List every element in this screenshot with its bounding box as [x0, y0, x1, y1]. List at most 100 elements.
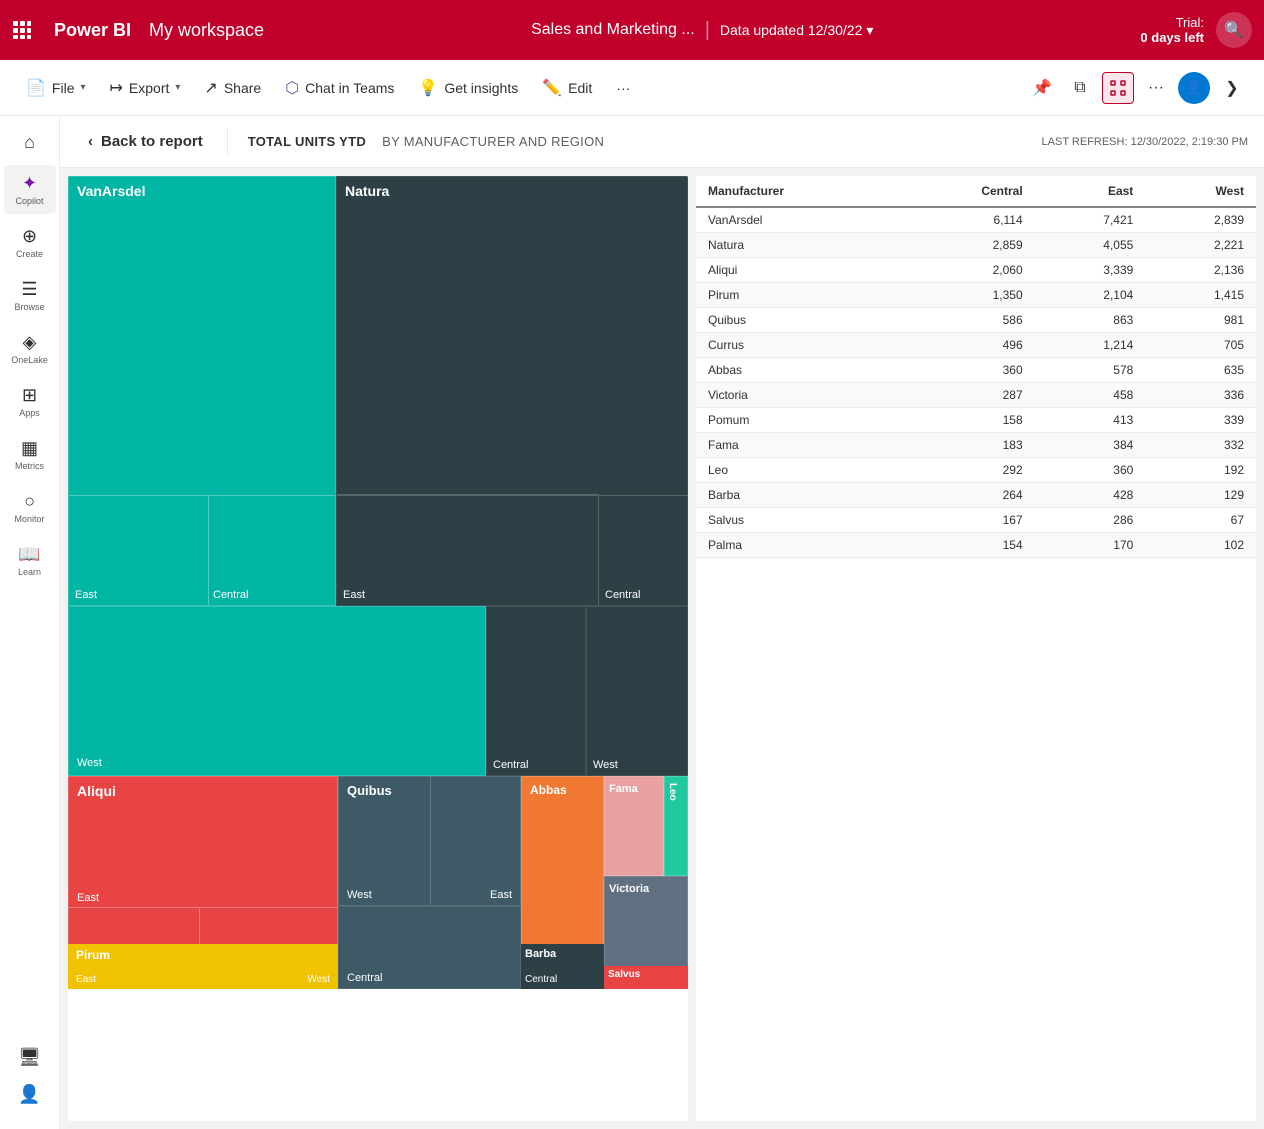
chat-in-teams-button[interactable]: ⬡ Chat in Teams — [275, 72, 404, 104]
report-title[interactable]: Sales and Marketing ... — [531, 21, 695, 39]
cell-central: 2,060 — [901, 258, 1035, 283]
table-row: Quibus586863981 — [696, 308, 1256, 333]
cell-west: 129 — [1145, 483, 1256, 508]
main-layout: ⌂ ✦ Copilot ⊕ Create ☰ Browse ◈ OneLake … — [0, 116, 1264, 1129]
cell-west: 705 — [1145, 333, 1256, 358]
learn-label: Learn — [18, 567, 41, 577]
export-button[interactable]: ↦ Export ▾ — [100, 72, 191, 104]
cell-manufacturer: Pomum — [696, 408, 901, 433]
cell-west: 2,136 — [1145, 258, 1256, 283]
sidebar-item-avatar[interactable]: 👤 — [4, 1076, 56, 1113]
create-label: Create — [16, 249, 43, 259]
table-row: Abbas360578635 — [696, 358, 1256, 383]
focus-mode-button[interactable] — [1102, 72, 1134, 104]
cell-manufacturer: Abbas — [696, 358, 901, 383]
cell-west: 2,839 — [1145, 207, 1256, 233]
vanarsdel-block[interactable]: VanArsdel East Central — [68, 176, 336, 606]
metrics-icon: ▦ — [21, 438, 38, 459]
header-divider — [227, 128, 228, 156]
home-icon: ⌂ — [24, 132, 35, 153]
table-row: Natura2,8594,0552,221 — [696, 233, 1256, 258]
duplicate-button[interactable]: ⧉ — [1064, 72, 1096, 104]
cell-east: 428 — [1035, 483, 1146, 508]
cell-central: 360 — [901, 358, 1035, 383]
cell-manufacturer: Natura — [696, 233, 901, 258]
sidebar-item-onelake[interactable]: ◈ OneLake — [4, 324, 56, 373]
quibus-block[interactable]: Quibus West East — [338, 776, 521, 906]
natura-west-block[interactable]: West — [586, 606, 688, 776]
col-central: Central — [901, 176, 1035, 207]
cell-east: 360 — [1035, 458, 1146, 483]
pirum-bottom[interactable]: Pirum East West — [68, 944, 338, 989]
table-row: Aliqui2,0603,3392,136 — [696, 258, 1256, 283]
table-row: VanArsdel6,1147,4212,839 — [696, 207, 1256, 233]
workspace-name[interactable]: My workspace — [149, 20, 264, 41]
sidebar-item-home[interactable]: ⌂ — [4, 124, 56, 161]
cell-east: 384 — [1035, 433, 1146, 458]
cell-manufacturer: Salvus — [696, 508, 901, 533]
leo-block[interactable]: Leo — [664, 776, 688, 876]
export-chevron: ▾ — [175, 82, 180, 93]
report-tab-total-units[interactable]: TOTAL UNITS YTD — [240, 130, 374, 153]
title-divider: | — [705, 19, 710, 42]
table-row: Pirum1,3502,1041,415 — [696, 283, 1256, 308]
table-panel: Manufacturer Central East West VanArsdel… — [696, 176, 1256, 1121]
share-button[interactable]: ↗ Share — [194, 72, 271, 104]
trial-info: Trial: 0 days left — [1140, 15, 1204, 45]
vanarsdel-label: VanArsdel — [77, 183, 145, 199]
sidebar-item-learn[interactable]: 📖 Learn — [4, 536, 56, 585]
col-west: West — [1145, 176, 1256, 207]
cell-central: 154 — [901, 533, 1035, 558]
pin-button[interactable]: 📌 — [1026, 72, 1058, 104]
sidebar-item-apps[interactable]: ⊞ Apps — [4, 377, 56, 426]
cell-central: 1,350 — [901, 283, 1035, 308]
top-bar: Power BI My workspace Sales and Marketin… — [0, 0, 1264, 60]
apps-grid-icon[interactable] — [12, 15, 42, 45]
barba-block[interactable]: Barba Central — [521, 944, 604, 989]
sidebar-item-monitor[interactable]: ○ Monitor — [4, 483, 56, 532]
cell-west: 981 — [1145, 308, 1256, 333]
file-button[interactable]: 📄 File ▾ — [16, 72, 96, 104]
monitor-icon: ○ — [24, 491, 35, 512]
user-sidebar-icon: 👤 — [18, 1084, 40, 1105]
learn-icon: 📖 — [18, 544, 40, 565]
sidebar-item-metrics[interactable]: ▦ Metrics — [4, 430, 56, 479]
file-chevron: ▾ — [80, 82, 85, 93]
cell-east: 578 — [1035, 358, 1146, 383]
last-refresh: LAST REFRESH: 12/30/2022, 2:19:30 PM — [1042, 136, 1248, 148]
sidebar-item-screen[interactable]: 🖥 — [4, 1039, 56, 1076]
cell-west: 192 — [1145, 458, 1256, 483]
cell-central: 167 — [901, 508, 1035, 533]
sidebar-item-browse[interactable]: ☰ Browse — [4, 271, 56, 320]
panel-toggle-button[interactable]: ❯ — [1216, 72, 1248, 104]
report-header: ‹ Back to report TOTAL UNITS YTD BY MANU… — [60, 116, 1264, 168]
vanarsdel-west-block[interactable]: West — [68, 606, 486, 776]
report-tab-by-manufacturer[interactable]: BY MANUFACTURER AND REGION — [374, 130, 612, 153]
user-avatar[interactable]: 👤 — [1178, 72, 1210, 104]
salvus-block[interactable]: Salvus — [604, 966, 688, 989]
cell-east: 458 — [1035, 383, 1146, 408]
get-insights-button[interactable]: 💡 Get insights — [408, 72, 528, 104]
back-arrow-icon: ‹ — [88, 133, 93, 150]
natura-block[interactable]: Natura East Central — [336, 176, 688, 606]
natura-central-block[interactable]: Central — [486, 606, 586, 776]
sidebar-item-create[interactable]: ⊕ Create — [4, 218, 56, 267]
back-to-report-button[interactable]: ‹ Back to report — [76, 127, 215, 156]
cell-west: 102 — [1145, 533, 1256, 558]
cell-manufacturer: Barba — [696, 483, 901, 508]
screen-icon: 🖥 — [18, 1047, 41, 1068]
browse-label: Browse — [14, 302, 44, 312]
more-button[interactable]: ··· — [1140, 72, 1172, 104]
table-row: Barba264428129 — [696, 483, 1256, 508]
cell-central: 183 — [901, 433, 1035, 458]
cell-manufacturer: VanArsdel — [696, 207, 901, 233]
table-scroll[interactable]: Manufacturer Central East West VanArsdel… — [696, 176, 1256, 1121]
fama-block[interactable]: Fama — [604, 776, 664, 876]
sidebar-item-copilot[interactable]: ✦ Copilot — [4, 165, 56, 214]
create-icon: ⊕ — [22, 226, 37, 247]
more-options-button[interactable]: ··· — [606, 74, 640, 102]
treemap-chart[interactable]: VanArsdel East Central West Natura East — [68, 176, 688, 1121]
quibus-central-block[interactable]: Central — [338, 906, 521, 989]
edit-button[interactable]: ✏️ Edit — [532, 72, 602, 104]
search-button[interactable]: 🔍 — [1216, 12, 1252, 48]
